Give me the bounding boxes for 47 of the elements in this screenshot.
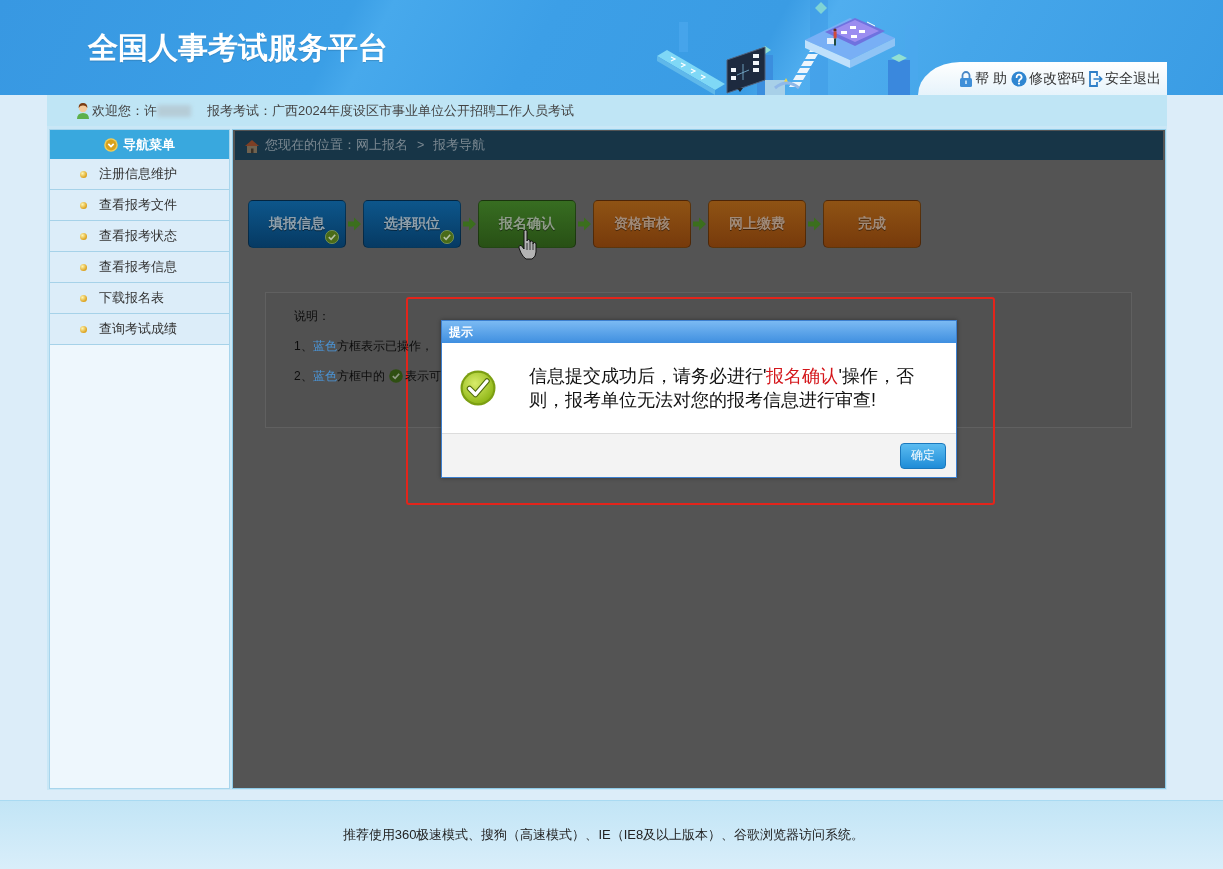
sidebar-item[interactable]: 下载报名表 [50, 283, 229, 314]
blurred-name [157, 104, 191, 117]
note-text: 2、蓝色方框中的 [294, 368, 385, 384]
help-icon [1011, 70, 1027, 87]
right-arrow-icon [693, 217, 706, 231]
hand-cursor-icon [518, 229, 540, 260]
site-title: 全国人事考试服务平台 [88, 29, 389, 66]
right-arrow-icon [578, 217, 591, 231]
exam-text: 报考考试：广西2024年度设区市事业单位公开招聘工作人员考试 [207, 101, 574, 120]
chevron-down-icon [104, 137, 118, 152]
sidebar-item[interactable]: 查询考试成绩 [50, 314, 229, 345]
right-arrow-icon [808, 217, 821, 231]
check-circle-icon [440, 230, 454, 244]
footer-text: 推荐使用360极速模式、搜狗（高速模式）、IE（IE8及以上版本）、谷歌浏览器访问系统。 [342, 826, 865, 844]
bullet-icon [80, 232, 87, 240]
home-icon [244, 138, 260, 153]
lock-icon [959, 70, 974, 87]
right-arrow-icon [463, 217, 476, 231]
sidebar-item[interactable]: 查看报考信息 [50, 252, 229, 283]
sidebar-item-label: 查询考试成绩 [99, 320, 177, 338]
sidebar-title: 导航菜单 [123, 135, 175, 154]
user-icon [76, 102, 90, 119]
header-link[interactable]: 安全退出 [1089, 69, 1161, 88]
bullet-icon [80, 263, 87, 271]
sidebar-item[interactable]: 查看报考文件 [50, 190, 229, 221]
sidebar-item[interactable]: 查看报考状态 [50, 221, 229, 252]
sidebar-item[interactable]: 注册信息维护 [50, 159, 229, 190]
sidebar-item-label: 查看报考文件 [99, 196, 177, 214]
bullet-icon [80, 325, 87, 333]
bullet-icon [80, 294, 87, 302]
dialog-title: 提示 [442, 321, 956, 343]
bullet-icon [80, 170, 87, 178]
bullet-icon [80, 201, 87, 209]
notes-title: 说明： [294, 308, 331, 324]
sidebar-item-label: 查看报考状态 [99, 227, 177, 245]
breadcrumb-text: 您现在的位置：网上报名 > 报考导航 [265, 137, 486, 154]
sidebar-item-label: 查看报考信息 [99, 258, 177, 276]
welcome-text: 欢迎您：许 [92, 101, 157, 120]
right-arrow-icon [348, 217, 361, 231]
success-check-icon [460, 370, 496, 406]
header-link[interactable]: 帮 助 [959, 69, 1007, 88]
check-circle-icon [325, 230, 339, 244]
dialog-message: 信息提交成功后，请务必进行'报名确认'操作，否则，报考单位无法对您的报考信息进行审查! [529, 365, 915, 412]
exit-icon [1089, 70, 1103, 87]
sidebar-item-label: 下载报名表 [99, 289, 164, 307]
sidebar-item-label: 注册信息维护 [99, 165, 177, 183]
header-link[interactable]: 修改密码 [1011, 69, 1085, 88]
